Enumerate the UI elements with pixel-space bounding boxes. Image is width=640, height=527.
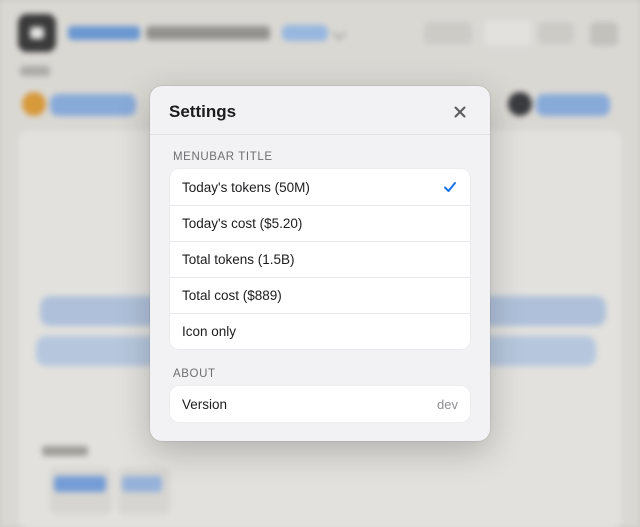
close-icon xyxy=(454,106,466,118)
settings-dialog: Settings MENUBAR TITLE Today's tokens (5… xyxy=(150,86,490,441)
option-label: Today's tokens (50M) xyxy=(182,179,310,195)
version-label: Version xyxy=(182,396,228,412)
option-icon-only[interactable]: Icon only xyxy=(170,313,470,349)
menubar-title-options: Today's tokens (50M) Today's cost ($5.20… xyxy=(170,169,470,349)
option-todays-cost[interactable]: Today's cost ($5.20) xyxy=(170,205,470,241)
dialog-title: Settings xyxy=(169,102,237,121)
about-group: Version dev xyxy=(170,386,470,422)
option-todays-tokens[interactable]: Today's tokens (50M) xyxy=(170,169,470,205)
close-button[interactable] xyxy=(448,100,472,124)
section-label-about: ABOUT xyxy=(173,368,216,380)
option-label: Today's cost ($5.20) xyxy=(182,216,303,231)
option-label: Icon only xyxy=(182,324,237,339)
option-total-tokens[interactable]: Total tokens (1.5B) xyxy=(170,241,470,277)
option-label: Total tokens (1.5B) xyxy=(182,252,295,267)
option-label: Total cost ($889) xyxy=(182,288,282,303)
version-value: dev xyxy=(437,396,458,412)
dialog-header: Settings xyxy=(150,86,490,135)
version-row: Version dev xyxy=(170,386,470,422)
section-label-menubar-title: MENUBAR TITLE xyxy=(173,151,273,163)
option-total-cost[interactable]: Total cost ($889) xyxy=(170,277,470,313)
checkmark-icon xyxy=(444,182,456,192)
